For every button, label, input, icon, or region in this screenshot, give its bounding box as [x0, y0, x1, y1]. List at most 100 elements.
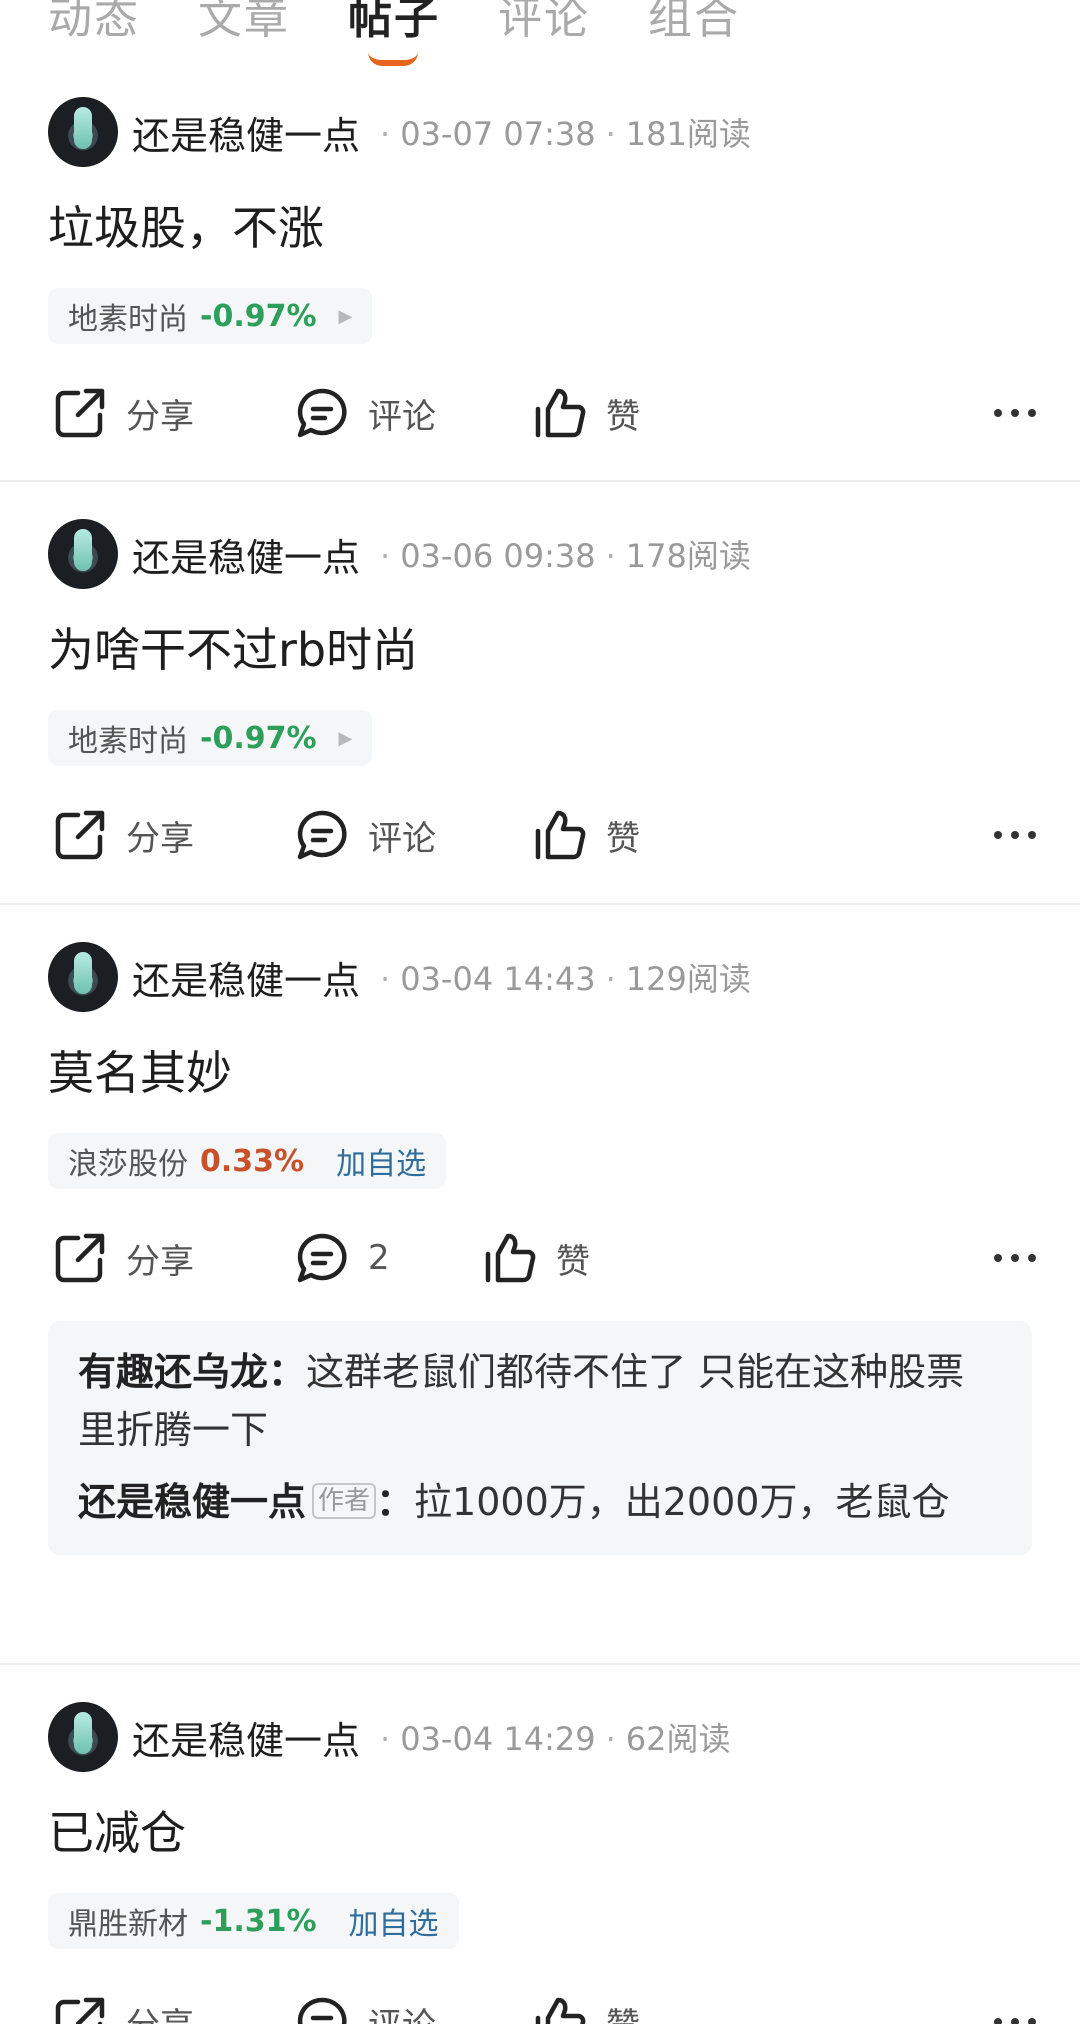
- post-header: 还是稳健一点 · 03-04 14:29 · 62阅读: [48, 1701, 730, 1773]
- post-actions: 分享 评论 赞: [0, 378, 1080, 448]
- share-button[interactable]: 分享: [50, 1223, 194, 1293]
- comment-colon: ：: [376, 1480, 415, 1524]
- like-label: 赞: [606, 818, 640, 859]
- post-meta: · 03-04 14:43 · 129阅读: [380, 960, 751, 998]
- comment-label: 评论: [368, 1998, 436, 2024]
- post-header: 还是稳健一点 · 03-07 07:38 · 181阅读: [48, 96, 751, 168]
- share-icon: [55, 388, 105, 438]
- comment-item[interactable]: 还是稳健一点 作者 ：拉1000万，出2000万，老鼠仓: [78, 1473, 1002, 1531]
- more-icon[interactable]: [994, 378, 1036, 448]
- share-button[interactable]: 分享: [50, 1987, 194, 2024]
- post-actions: 分享 2 赞: [0, 1223, 1080, 1293]
- stock-change: -0.97%: [200, 720, 317, 756]
- avatar[interactable]: [48, 97, 118, 167]
- share-button[interactable]: 分享: [50, 378, 194, 448]
- comment-button[interactable]: 2: [292, 1223, 390, 1293]
- like-button[interactable]: 赞: [530, 1987, 640, 2024]
- post-header: 还是稳健一点 · 03-04 14:43 · 129阅读: [48, 941, 751, 1013]
- post-text[interactable]: 莫名其妙: [48, 1037, 232, 1103]
- thumbs-up-icon: [535, 388, 586, 438]
- post-meta: · 03-04 14:29 · 62阅读: [380, 1720, 731, 1758]
- commenter-name[interactable]: 有趣还乌龙: [78, 1350, 268, 1394]
- tab-articles[interactable]: 文章: [198, 0, 290, 46]
- stock-name: 地素时尚: [68, 302, 188, 337]
- stock-change: -1.31%: [200, 1903, 317, 1939]
- stock-change: 0.33%: [200, 1143, 305, 1179]
- post-header: 还是稳健一点 · 03-06 09:38 · 178阅读: [48, 518, 751, 590]
- comment-icon: [297, 1997, 347, 2024]
- comment-icon: [297, 810, 347, 860]
- read-count: 178阅读: [625, 537, 751, 575]
- read-count: 181阅读: [625, 115, 751, 153]
- commenter-name[interactable]: 还是稳健一点: [78, 1480, 306, 1524]
- stock-change: -0.97%: [200, 298, 317, 334]
- author-name[interactable]: 还是稳健一点: [132, 527, 360, 582]
- stock-tag[interactable]: 浪莎股份 0.33% 加自选: [48, 1133, 447, 1189]
- stock-tag[interactable]: 地素时尚 -0.97% ▶: [48, 710, 373, 766]
- like-label: 赞: [606, 396, 640, 437]
- comment-item[interactable]: 有趣还乌龙：这群老鼠们都待不住了 只能在这种股票里折腾一下: [78, 1343, 1002, 1459]
- like-label: 赞: [606, 1998, 640, 2024]
- comment-icon: [297, 388, 347, 438]
- comment-colon: ：: [268, 1350, 307, 1394]
- read-count: 62阅读: [625, 1720, 731, 1758]
- post-date: 03-04 14:43: [400, 960, 596, 998]
- read-count: 129阅读: [625, 960, 751, 998]
- play-arrow-icon: ▶: [338, 305, 353, 327]
- post-date: 03-06 09:38: [400, 537, 596, 575]
- post-text[interactable]: 垃圾股，不涨: [48, 192, 324, 258]
- profile-tabs: 动态 文章 帖子 评论 组合: [0, 0, 1080, 78]
- like-button[interactable]: 赞: [530, 378, 640, 448]
- divider: [0, 903, 1080, 905]
- like-button[interactable]: 赞: [530, 800, 640, 870]
- avatar[interactable]: [48, 942, 118, 1012]
- stock-name: 地素时尚: [68, 724, 188, 759]
- share-icon: [55, 1233, 105, 1283]
- comment-button[interactable]: 评论: [292, 378, 436, 448]
- tab-posts[interactable]: 帖子: [348, 0, 440, 46]
- share-button[interactable]: 分享: [50, 800, 194, 870]
- tab-portfolios[interactable]: 组合: [648, 0, 740, 46]
- post-meta: · 03-07 07:38 · 181阅读: [380, 115, 751, 153]
- tab-comments[interactable]: 评论: [498, 0, 590, 46]
- avatar[interactable]: [48, 519, 118, 589]
- tab-dynamics[interactable]: 动态: [48, 0, 140, 46]
- post-text[interactable]: 已减仓: [48, 1797, 186, 1863]
- author-name[interactable]: 还是稳健一点: [132, 105, 360, 160]
- like-button[interactable]: 赞: [480, 1223, 590, 1293]
- share-label: 分享: [126, 396, 194, 437]
- more-icon[interactable]: [994, 800, 1036, 870]
- active-tab-indicator: [368, 52, 418, 66]
- share-label: 分享: [126, 1241, 194, 1282]
- comment-text: 拉1000万，出2000万，老鼠仓: [414, 1480, 950, 1524]
- comment-preview[interactable]: 有趣还乌龙：这群老鼠们都待不住了 只能在这种股票里折腾一下 还是稳健一点 作者 ：拉…: [48, 1321, 1032, 1555]
- stock-tag[interactable]: 鼎胜新材 -1.31% 加自选: [48, 1893, 459, 1949]
- share-label: 分享: [126, 818, 194, 859]
- comment-button[interactable]: 评论: [292, 800, 436, 870]
- add-watchlist-button[interactable]: 加自选: [349, 1899, 439, 1943]
- thumbs-up-icon: [485, 1233, 536, 1283]
- author-badge: 作者: [312, 1483, 377, 1519]
- more-icon[interactable]: [994, 1987, 1036, 2024]
- stock-name: 鼎胜新材: [68, 1907, 188, 1942]
- add-watchlist-button[interactable]: 加自选: [336, 1139, 426, 1183]
- comment-count: 2: [368, 1238, 390, 1278]
- thumbs-up-icon: [535, 810, 586, 860]
- post-date: 03-07 07:38: [400, 115, 596, 153]
- comment-label: 评论: [368, 396, 436, 437]
- stock-tag[interactable]: 地素时尚 -0.97% ▶: [48, 288, 373, 344]
- more-icon[interactable]: [994, 1223, 1036, 1293]
- share-icon: [55, 810, 105, 860]
- comment-button[interactable]: 评论: [292, 1987, 436, 2024]
- author-name[interactable]: 还是稳健一点: [132, 1710, 360, 1765]
- post-text[interactable]: 为啥干不过rb时尚: [48, 614, 418, 680]
- avatar[interactable]: [48, 1702, 118, 1772]
- thumbs-up-icon: [535, 1997, 586, 2024]
- author-name[interactable]: 还是稳健一点: [132, 950, 360, 1005]
- post-meta: · 03-06 09:38 · 178阅读: [380, 537, 751, 575]
- post-date: 03-04 14:29: [400, 1720, 596, 1758]
- comment-icon: [297, 1233, 347, 1283]
- comment-label: 评论: [368, 818, 436, 859]
- divider: [0, 480, 1080, 482]
- like-label: 赞: [556, 1241, 590, 1282]
